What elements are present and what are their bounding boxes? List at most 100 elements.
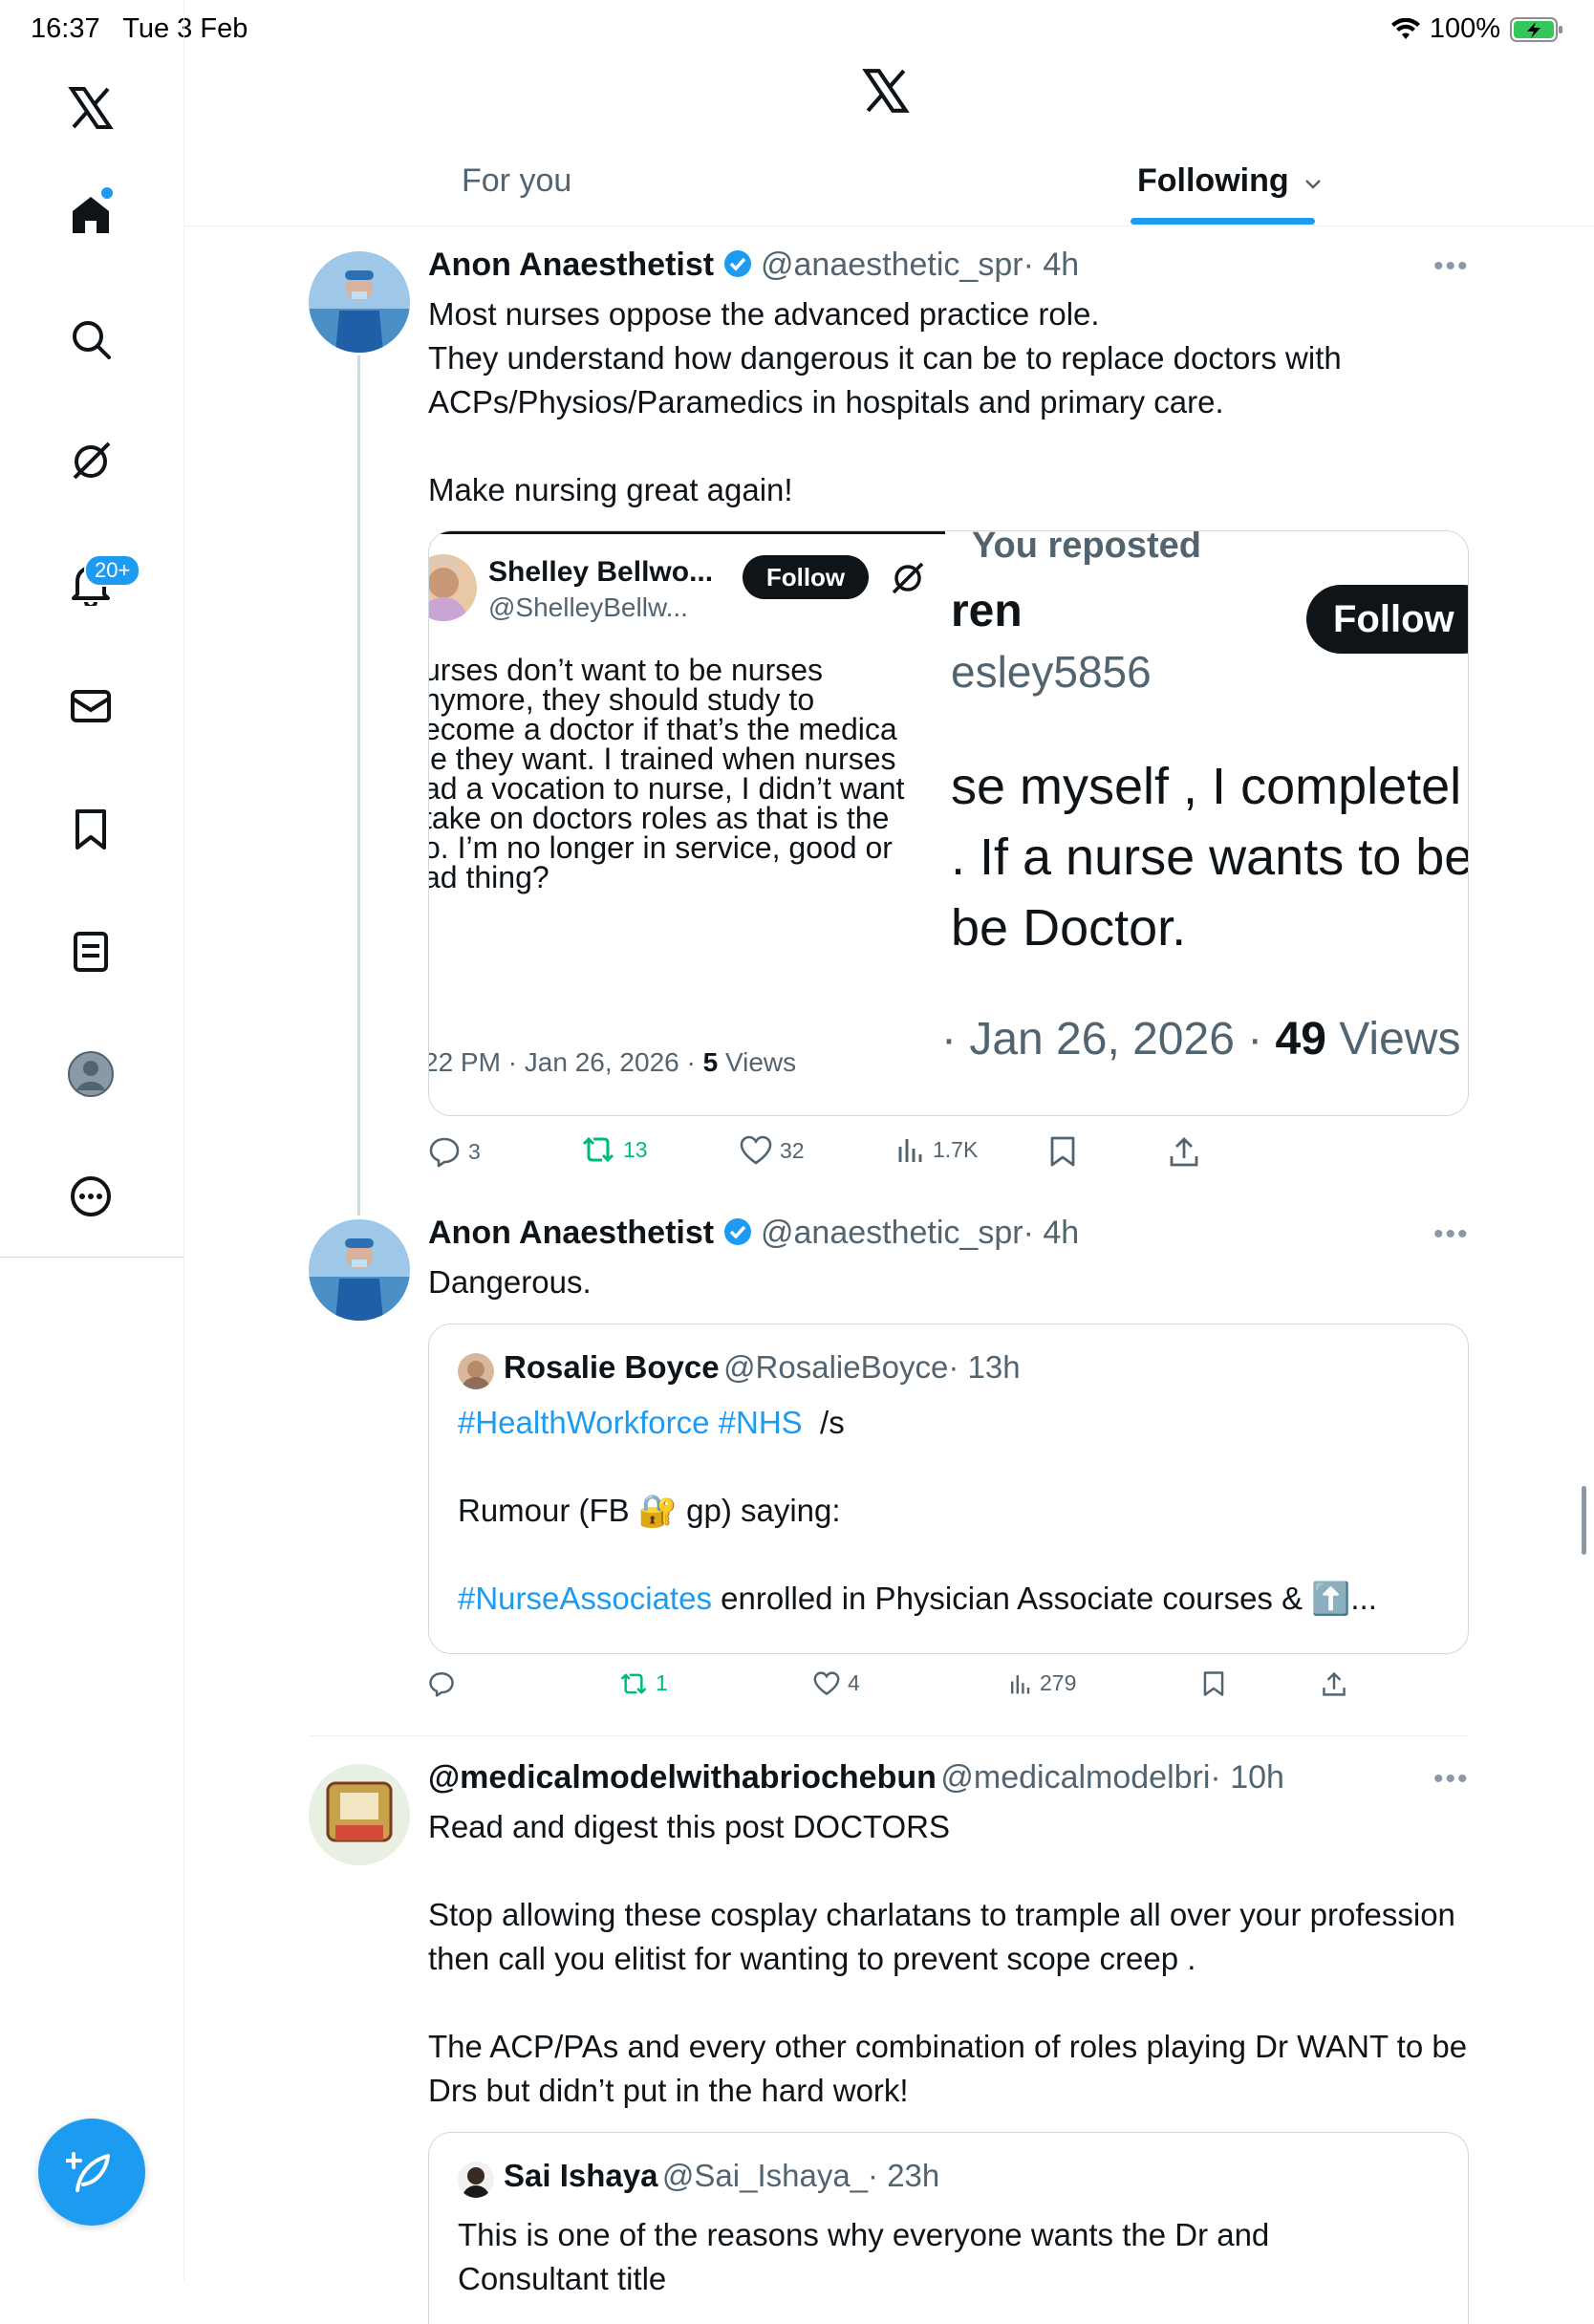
avatar[interactable]: General Medical Council (309, 1764, 410, 1865)
battery-percent: 100% (1429, 13, 1500, 44)
compose-button[interactable] (38, 2119, 145, 2226)
bookmark-button[interactable] (1049, 1135, 1076, 1168)
quote-card[interactable]: Sai Ishaya @Sai_Ishaya_· 23h This is one… (428, 2132, 1469, 2324)
author-name[interactable]: @medicalmodelwithabriochebun (428, 1759, 937, 1796)
views-button[interactable]: 1.7K (896, 1135, 978, 1164)
embed-meta-date: · Jan 26, 2026 · (945, 1014, 1276, 1065)
quote-line-2: Rumour (FB 🔐 gp) saying: (458, 1493, 841, 1530)
post-text: Dangerous. (428, 1264, 592, 1300)
embed-line: le they want. I trained when nurses (429, 742, 896, 776)
author-name[interactable]: Anon Anaesthetist (428, 1215, 714, 1251)
post-header: Anon Anaesthetist @anaesthetic_spr· 4h (428, 1215, 1079, 1252)
repost-button[interactable]: 13 (581, 1135, 648, 1164)
embed-line: urses don’t want to be nurses (429, 653, 824, 687)
quote-header: Rosalie Boyce @RosalieBoyce· 13h (504, 1349, 1021, 1386)
quote-text: Rumour (FB (458, 1493, 638, 1528)
embed-follow-button-large: Follow (1306, 585, 1468, 654)
quote-author-name: Rosalie Boyce (504, 1349, 720, 1385)
author-handle[interactable]: @medicalmodelbri (940, 1759, 1210, 1796)
reply-icon (429, 1672, 454, 1697)
lists-icon[interactable] (67, 928, 115, 976)
post-image[interactable]: Shelley Bellwo... @ShelleyBellw... Follo… (428, 530, 1469, 1116)
post-actions: 1 4 279 (428, 1670, 1470, 1709)
embed-handle-fragment: esley5856 (951, 647, 1152, 697)
reply-icon (429, 1137, 460, 1168)
repost-button[interactable]: 1 (619, 1670, 668, 1696)
tab-following[interactable]: Following (1137, 162, 1323, 200)
image-top-border (439, 531, 945, 534)
post-header: Anon Anaesthetist @anaesthetic_spr· 4h (428, 247, 1079, 284)
share-button[interactable] (1169, 1135, 1199, 1168)
post-time[interactable]: · 10h (1210, 1759, 1284, 1796)
battery-charging-icon (1510, 16, 1562, 42)
views-button[interactable]: 279 (1009, 1670, 1076, 1696)
author-handle[interactable]: @anaesthetic_spr (761, 247, 1023, 283)
quote-author-handle: @Sai_Ishaya_ (661, 2158, 869, 2193)
like-count: 4 (848, 1670, 860, 1695)
more-options-icon[interactable]: ••• (1433, 250, 1470, 283)
embed-line: ecome a doctor if that’s the medica (429, 712, 897, 746)
embed-line: ad a vocation to nurse, I didn’t want (429, 771, 905, 806)
quote-author-handle: @RosalieBoyce (723, 1349, 949, 1385)
embed-reposted-label: You reposted (972, 531, 1201, 566)
embed-line: . If a nurse wants to be (951, 828, 1468, 886)
quote-avatar (458, 1353, 494, 1389)
chevron-down-icon (1305, 180, 1321, 189)
reply-button[interactable]: 3 (428, 1135, 481, 1168)
heart-icon (740, 1135, 772, 1165)
reply-button[interactable] (428, 1670, 463, 1697)
repost-count: 1 (656, 1670, 668, 1695)
header-x-logo-icon[interactable] (862, 67, 910, 119)
bookmarks-icon[interactable] (67, 806, 115, 853)
embed-text-left: urses don’t want to be nurses nymore, th… (429, 653, 945, 893)
like-button[interactable]: 32 (740, 1135, 805, 1166)
profile-icon[interactable] (67, 1050, 115, 1098)
embed-avatar (429, 554, 477, 621)
embed-meta-time: 22 PM · Jan 26, 2026 · (429, 1047, 703, 1077)
embed-grok-icon (892, 562, 924, 594)
embed-name: Shelley Bellwo... (488, 556, 714, 588)
post-time[interactable]: · 4h (1023, 1215, 1080, 1251)
post-divider (309, 1735, 1468, 1736)
scrollbar[interactable] (1582, 1486, 1586, 1555)
more-options-icon[interactable]: ••• (1433, 1218, 1470, 1251)
author-handle[interactable]: @anaesthetic_spr (761, 1215, 1023, 1251)
bookmark-button[interactable] (1202, 1670, 1225, 1697)
quote-text: /s (802, 1405, 845, 1440)
more-options-icon[interactable]: ••• (1433, 1763, 1470, 1796)
timeline-tabs: For you Following (184, 153, 1594, 226)
post-text: Most nurses oppose the advanced practice… (428, 296, 1342, 507)
hashtag-link[interactable]: #NurseAssociates (458, 1581, 712, 1616)
views-chart-icon (898, 1139, 922, 1162)
post-header: @medicalmodelwithabriochebun @medicalmod… (428, 1759, 1284, 1797)
avatar[interactable] (309, 1219, 410, 1321)
embed-line: be Doctor. (951, 899, 1187, 957)
avatar[interactable] (309, 251, 410, 353)
embed-views-number: 5 (702, 1047, 719, 1077)
quote-author-name: Sai Ishaya (504, 2158, 658, 2193)
image-crop-left: Shelley Bellwo... @ShelleyBellw... Follo… (429, 531, 945, 1115)
embed-views-label: Views (718, 1047, 797, 1077)
like-button[interactable]: 4 (813, 1670, 860, 1696)
quote-text: This is one of the reasons why everyone … (458, 2217, 1270, 2296)
embed-name-fragment: ren (951, 586, 1023, 636)
hashtag-link[interactable]: #HealthWorkforce #NHS (458, 1405, 803, 1440)
author-name[interactable]: Anon Anaesthetist (428, 247, 714, 283)
more-icon[interactable] (67, 1173, 115, 1220)
grok-icon[interactable] (67, 438, 115, 485)
search-icon[interactable] (67, 315, 115, 363)
embed-views-number: 49 (1275, 1014, 1326, 1065)
embed-line: se myself , I completel (951, 758, 1462, 815)
embed-text-right: se myself , I completel . If a nurse wan… (951, 751, 1468, 963)
quote-header: Sai Ishaya @Sai_Ishaya_· 23h (504, 2158, 939, 2194)
quote-time: · 23h (868, 2158, 940, 2193)
share-button[interactable] (1322, 1670, 1346, 1697)
embed-line: nymore, they should study to (429, 682, 815, 717)
messages-icon[interactable] (67, 682, 115, 730)
x-logo-icon[interactable] (67, 84, 115, 132)
post-time[interactable]: · 4h (1023, 247, 1080, 283)
sidebar-divider (0, 1257, 183, 1258)
tab-for-you[interactable]: For you (462, 162, 571, 200)
quote-card[interactable]: Rosalie Boyce @RosalieBoyce· 13h #Health… (428, 1323, 1469, 1654)
post-text: Read and digest this post DOCTORS Stop a… (428, 1809, 1468, 2108)
